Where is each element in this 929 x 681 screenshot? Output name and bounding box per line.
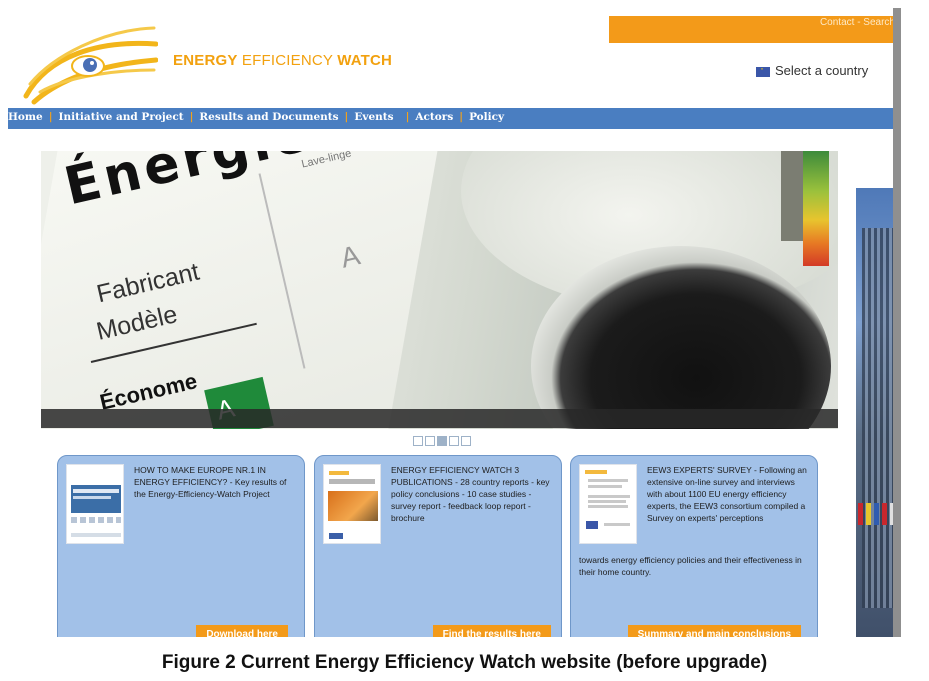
teaser-text: ENERGY EFFICIENCY WATCH 3 PUBLICATIONS -… [391, 465, 550, 523]
eu-flag-icon [756, 61, 770, 77]
scrollbar[interactable] [893, 8, 901, 637]
teaser-box-experts-survey: EEW3 EXPERTS' SURVEY - Following an exte… [570, 455, 818, 637]
nav-results-and-documents[interactable]: Results and Documents [199, 111, 338, 123]
brand-part-efficiency: EFFICIENCY [237, 52, 338, 69]
teaser-box-key-results: HOW TO MAKE EUROPE NR.1 IN ENERGY EFFICI… [57, 455, 305, 637]
slider-dot-2[interactable] [425, 436, 435, 446]
hero-caption-bar [41, 409, 838, 428]
hero-slideshow[interactable]: Énergie Lave-linge A Fabricant Modèle Éc… [41, 151, 838, 429]
brand-name[interactable]: ENERGY EFFICIENCY WATCH [173, 52, 392, 69]
nav-separator: | [344, 111, 349, 123]
nav-events[interactable]: Events [354, 111, 393, 123]
figure-caption: Figure 2 Current Energy Efficiency Watch… [161, 652, 768, 673]
download-button[interactable]: Download here [196, 625, 288, 637]
survey-cover-thumbnail[interactable] [579, 464, 637, 544]
nav-actors[interactable]: Actors [415, 111, 453, 123]
top-utility-bar: Contact - Search [609, 16, 901, 43]
find-results-button[interactable]: Find the results here [432, 625, 551, 637]
nav-home[interactable]: Home [8, 111, 43, 123]
brand-part-energy: ENERGY [173, 52, 238, 69]
country-selector[interactable]: Select a country [756, 61, 869, 78]
teaser-text: HOW TO MAKE EUROPE NR.1 IN ENERGY EFFICI… [134, 465, 287, 499]
teaser-box-publications: ENERGY EFFICIENCY WATCH 3 PUBLICATIONS -… [314, 455, 562, 637]
nav-separator: | [405, 111, 410, 123]
energy-scale-graphic [803, 151, 829, 266]
contact-search-links[interactable]: Contact - Search [820, 17, 895, 28]
website-screenshot: ENERGY EFFICIENCY WATCH Contact - Search… [8, 8, 901, 637]
slider-dot-1[interactable] [413, 436, 423, 446]
summary-conclusions-button[interactable]: Summary and main conclusions [627, 625, 801, 637]
nav-separator: | [459, 111, 464, 123]
nav-separator: | [189, 111, 194, 123]
main-nav: Home | Initiative and Project | Results … [8, 108, 901, 129]
publication-cover-thumbnail[interactable] [323, 464, 381, 544]
brand-part-watch: WATCH [337, 52, 393, 69]
slider-dot-3[interactable] [437, 436, 447, 446]
slider-dot-5[interactable] [461, 436, 471, 446]
nav-initiative-and-project[interactable]: Initiative and Project [59, 111, 184, 123]
report-cover-thumbnail[interactable] [66, 464, 124, 544]
slider-dots [413, 436, 471, 446]
logo-swoosh-icon[interactable] [8, 26, 158, 106]
teaser-text: EEW3 EXPERTS' SURVEY - Following an exte… [647, 465, 807, 523]
country-selector-label: Select a country [775, 63, 869, 78]
nav-policy[interactable]: Policy [469, 111, 504, 123]
slider-dot-4[interactable] [449, 436, 459, 446]
nav-separator: | [48, 111, 53, 123]
teaser-text-continued: towards energy efficiency policies and t… [579, 555, 802, 577]
